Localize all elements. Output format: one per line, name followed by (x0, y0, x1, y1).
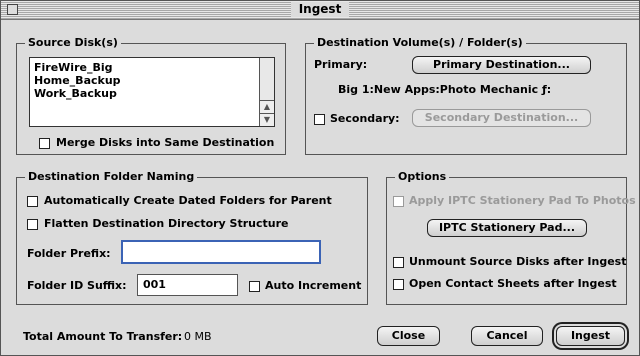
secondary-label[interactable]: Secondary: (330, 112, 400, 125)
source-disks-legend: Source Disk(s) (25, 36, 121, 49)
source-disks-list[interactable]: FireWire_Big Home_Backup Work_Backup ▲ ▼ (29, 57, 275, 127)
source-disks-group: Source Disk(s) FireWire_Big Home_Backup … (16, 36, 286, 155)
iptc-stationery-pad-button[interactable]: IPTC Stationery Pad... (427, 219, 587, 237)
folder-id-suffix-input[interactable]: 001 (137, 274, 238, 296)
list-item[interactable]: Home_Backup (30, 74, 274, 87)
cancel-button[interactable]: Cancel (471, 326, 543, 346)
close-button[interactable]: Close (377, 326, 440, 346)
secondary-checkbox[interactable] (314, 114, 325, 125)
title-bar[interactable]: Ingest (1, 1, 639, 20)
flatten-directory-label[interactable]: Flatten Destination Directory Structure (44, 217, 289, 230)
list-scrollbar[interactable]: ▲ ▼ (259, 58, 274, 126)
folder-id-suffix-label: Folder ID Suffix: (27, 279, 127, 292)
unmount-disks-checkbox[interactable] (393, 257, 404, 268)
scroll-up-arrow-icon[interactable]: ▲ (260, 100, 274, 113)
list-item[interactable]: FireWire_Big (30, 61, 274, 74)
options-group: Options Apply IPTC Stationery Pad To Pho… (386, 170, 636, 305)
auto-increment-checkbox[interactable] (249, 281, 260, 292)
dated-folders-label[interactable]: Automatically Create Dated Folders for P… (44, 194, 332, 207)
apply-iptc-checkbox[interactable] (393, 196, 404, 207)
options-legend: Options (395, 170, 450, 183)
folder-naming-group: Destination Folder Naming Automatically … (16, 170, 368, 305)
primary-destination-button[interactable]: Primary Destination... (412, 56, 591, 74)
ingest-button[interactable]: Ingest (556, 326, 625, 346)
apply-iptc-label[interactable]: Apply IPTC Stationery Pad To Photos (409, 194, 636, 207)
list-item[interactable]: Work_Backup (30, 87, 274, 100)
secondary-destination-button[interactable]: Secondary Destination... (412, 109, 591, 127)
dated-folders-checkbox[interactable] (27, 196, 38, 207)
folder-prefix-label: Folder Prefix: (27, 247, 111, 260)
scroll-down-arrow-icon[interactable]: ▼ (260, 113, 274, 126)
destination-legend: Destination Volume(s) / Folder(s) (314, 36, 526, 49)
destination-group: Destination Volume(s) / Folder(s) Primar… (305, 36, 627, 155)
contact-sheets-checkbox[interactable] (393, 279, 404, 290)
total-transfer-value: 0 MB (184, 330, 212, 343)
merge-disks-label[interactable]: Merge Disks into Same Destination (56, 136, 274, 149)
folder-prefix-input[interactable] (121, 240, 321, 264)
flatten-directory-checkbox[interactable] (27, 219, 38, 230)
ingest-dialog: Ingest Source Disk(s) FireWire_Big Home_… (0, 0, 640, 356)
total-transfer-label: Total Amount To Transfer: (23, 330, 183, 343)
contact-sheets-label[interactable]: Open Contact Sheets after Ingest (409, 277, 617, 290)
window-title: Ingest (290, 2, 350, 17)
primary-path: Big 1:New Apps:Photo Mechanic ƒ: (338, 83, 552, 96)
unmount-disks-label[interactable]: Unmount Source Disks after Ingest (409, 255, 626, 268)
auto-increment-label[interactable]: Auto Increment (265, 279, 361, 292)
primary-label: Primary: (314, 58, 368, 71)
folder-naming-legend: Destination Folder Naming (25, 170, 198, 183)
merge-disks-checkbox[interactable] (39, 138, 50, 149)
